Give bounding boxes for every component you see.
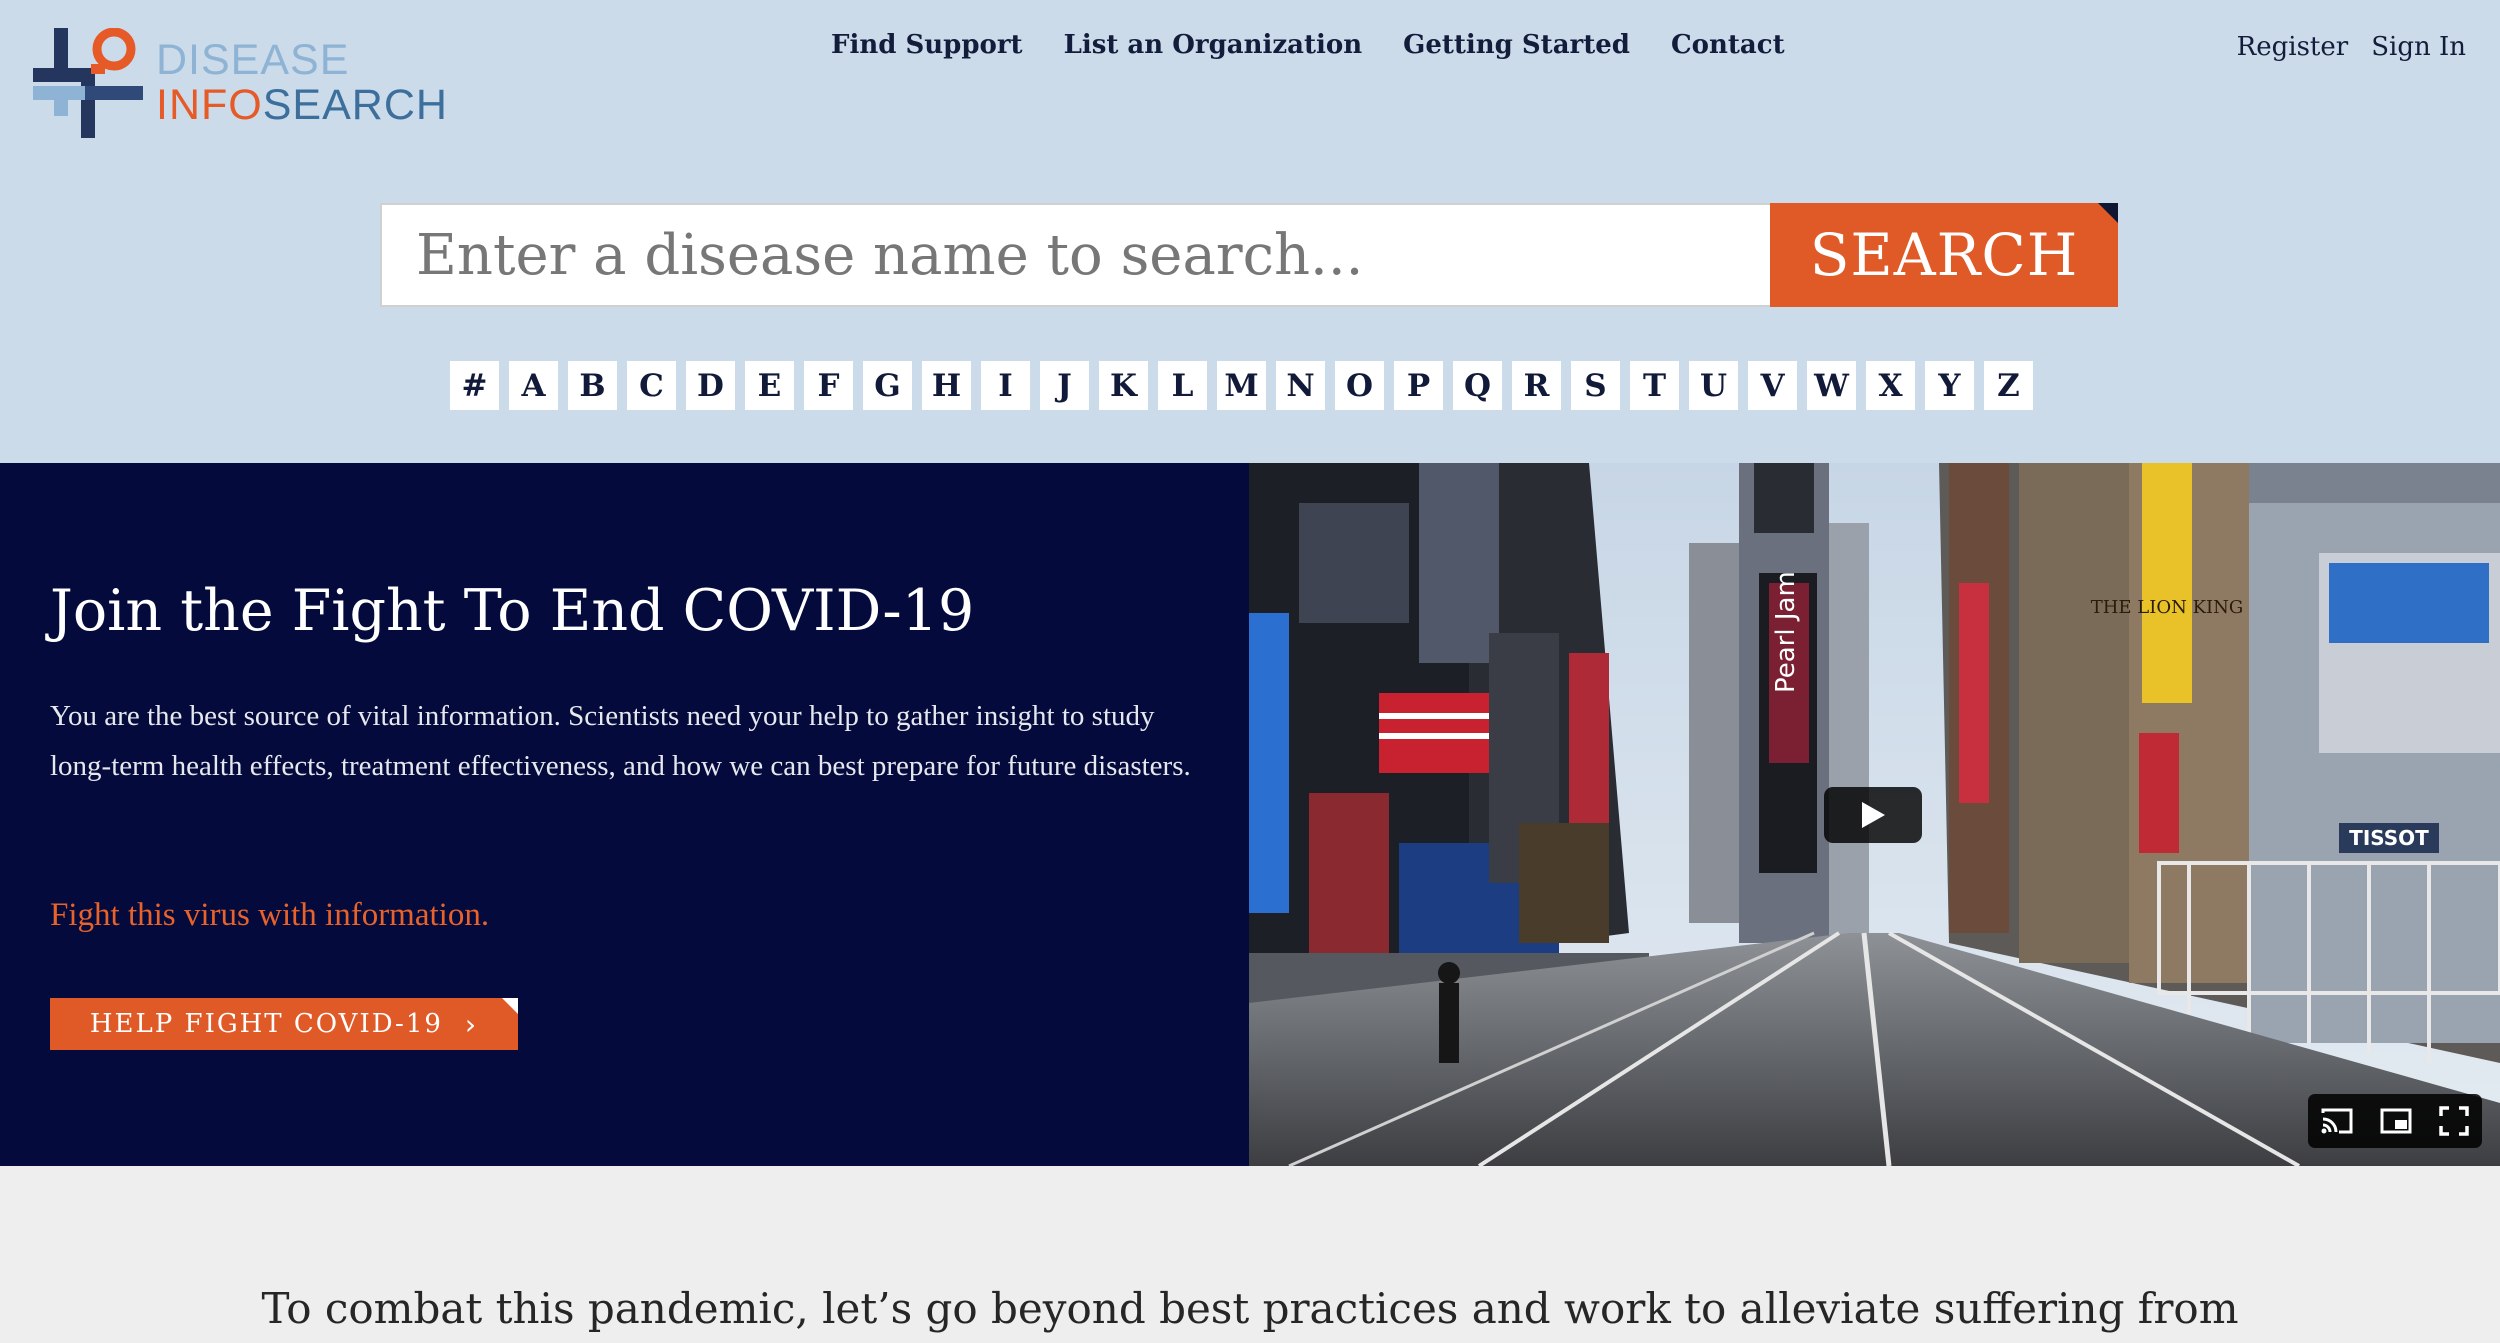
letter-j[interactable]: J	[1040, 361, 1089, 410]
letter-f[interactable]: F	[804, 361, 853, 410]
sign-in-link[interactable]: Sign In	[2371, 32, 2466, 62]
logo-cross-icon	[33, 28, 143, 138]
site-logo[interactable]: DISEASE INFOSEARCH	[33, 28, 447, 138]
search-button[interactable]: SEARCH	[1770, 203, 2118, 307]
help-fight-covid-button[interactable]: HELP FIGHT COVID-19 ›	[50, 998, 518, 1050]
letter-e[interactable]: E	[745, 361, 794, 410]
register-link[interactable]: Register	[2237, 32, 2349, 62]
letter-i[interactable]: I	[981, 361, 1030, 410]
letter-n[interactable]: N	[1276, 361, 1325, 410]
letter-r[interactable]: R	[1512, 361, 1561, 410]
pearl-jam-sign: Pearl Jam	[1771, 571, 1801, 693]
letter-t[interactable]: T	[1630, 361, 1679, 410]
tissot-sign: TISSOT	[2349, 826, 2429, 850]
letter-p[interactable]: P	[1394, 361, 1443, 410]
letter-o[interactable]: O	[1335, 361, 1384, 410]
letter-u[interactable]: U	[1689, 361, 1738, 410]
picture-in-picture-icon[interactable]	[2380, 1107, 2412, 1135]
letter-b[interactable]: B	[568, 361, 617, 410]
alphabet-index: # A B C D E F G H I J K L M N O P Q R S …	[450, 361, 2033, 410]
corner-fold-decoration	[2098, 203, 2118, 223]
logo-line-disease: DISEASE	[156, 36, 350, 84]
disease-search: SEARCH	[380, 203, 2118, 307]
site-header: DISEASE INFOSEARCH Find Support List an …	[0, 0, 2500, 463]
covid-hero: Join the Fight To End COVID-19 You are t…	[0, 463, 1249, 1166]
search-button-label: SEARCH	[1809, 221, 2079, 289]
logo-search-text: SEARCH	[262, 81, 448, 129]
letter-h[interactable]: H	[922, 361, 971, 410]
video-player[interactable]: Pearl Jam THE LION KING TISSOT	[1249, 463, 2500, 1166]
chevron-right-icon: ›	[464, 1007, 479, 1041]
letter-a[interactable]: A	[509, 361, 558, 410]
main-nav: Find Support List an Organization Gettin…	[831, 30, 1785, 60]
letter-hash[interactable]: #	[450, 361, 499, 410]
letter-z[interactable]: Z	[1984, 361, 2033, 410]
letter-y[interactable]: Y	[1925, 361, 1974, 410]
letter-g[interactable]: G	[863, 361, 912, 410]
cast-icon[interactable]	[2321, 1107, 2353, 1135]
cta-label: HELP FIGHT COVID-19	[89, 1009, 443, 1039]
nav-list-organization[interactable]: List an Organization	[1064, 30, 1363, 60]
hero-title: Join the Fight To End COVID-19	[50, 578, 975, 644]
letter-q[interactable]: Q	[1453, 361, 1502, 410]
mission-text: To combat this pandemic, let’s go beyond…	[261, 1284, 2239, 1333]
nav-contact[interactable]: Contact	[1671, 30, 1785, 60]
mission-section: To combat this pandemic, let’s go beyond…	[0, 1166, 2500, 1343]
letter-x[interactable]: X	[1866, 361, 1915, 410]
video-controls	[2308, 1094, 2482, 1148]
letter-l[interactable]: L	[1158, 361, 1207, 410]
hero-tagline: Fight this virus with information.	[50, 897, 490, 933]
letter-c[interactable]: C	[627, 361, 676, 410]
letter-d[interactable]: D	[686, 361, 735, 410]
letter-w[interactable]: W	[1807, 361, 1856, 410]
letter-m[interactable]: M	[1217, 361, 1266, 410]
search-input[interactable]	[380, 203, 1770, 307]
fullscreen-icon[interactable]	[2438, 1106, 2469, 1136]
nav-getting-started[interactable]: Getting Started	[1403, 30, 1630, 60]
hero-body: You are the best source of vital informa…	[50, 700, 1191, 782]
play-button[interactable]	[1824, 787, 1922, 843]
letter-s[interactable]: S	[1571, 361, 1620, 410]
play-icon	[1862, 802, 1885, 828]
letter-v[interactable]: V	[1748, 361, 1797, 410]
nav-find-support[interactable]: Find Support	[831, 30, 1023, 60]
auth-links: Register Sign In	[2237, 32, 2466, 62]
lion-king-sign: THE LION KING	[2091, 597, 2244, 618]
corner-fold-decoration	[502, 998, 518, 1014]
logo-wordmark: DISEASE INFOSEARCH	[156, 38, 448, 128]
logo-info-text: INFO	[156, 81, 263, 129]
logo-line-infosearch: INFOSEARCH	[156, 83, 448, 128]
letter-k[interactable]: K	[1099, 361, 1148, 410]
